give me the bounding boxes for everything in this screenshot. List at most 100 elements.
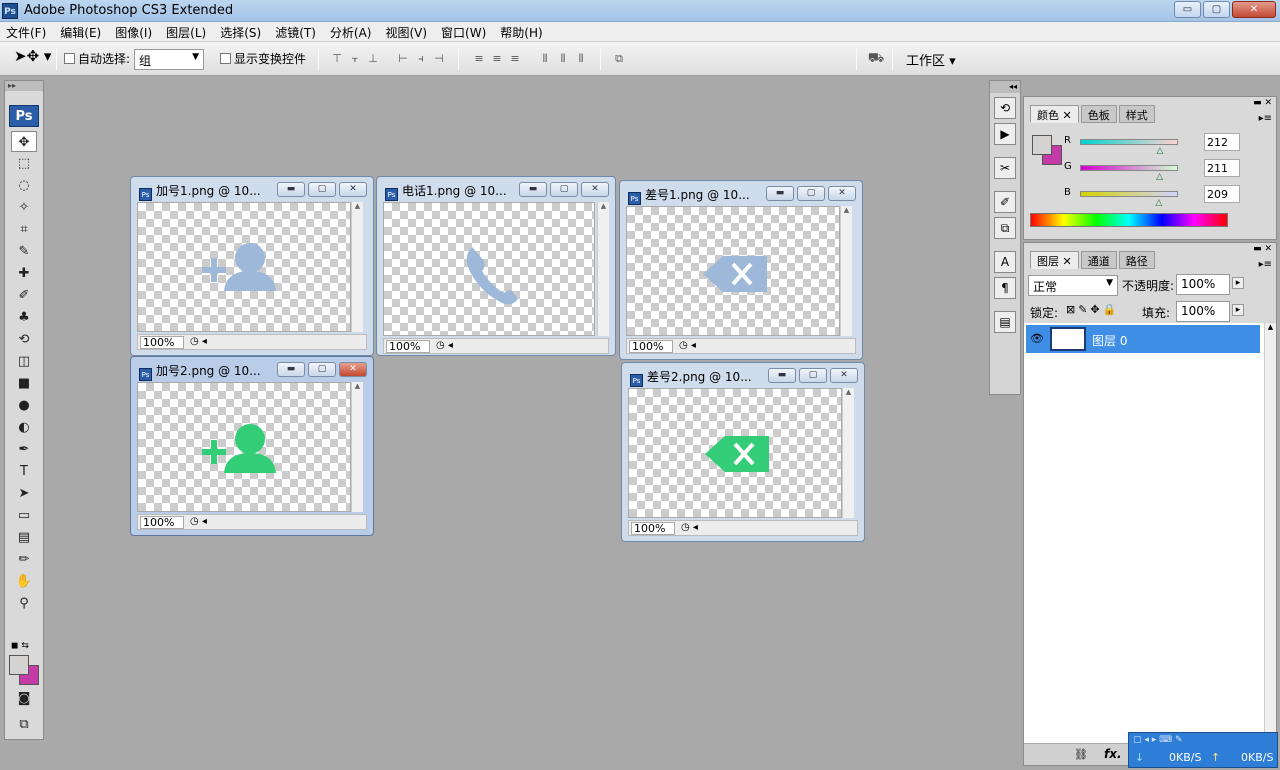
vertical-scrollbar[interactable]: ▲ xyxy=(597,202,609,336)
menu-window[interactable]: 窗口(W) xyxy=(441,22,494,41)
panel-minimize-icon[interactable]: ▬ ✕ xyxy=(1253,244,1272,254)
menu-analysis[interactable]: 分析(A) xyxy=(330,22,380,41)
red-value-input[interactable]: 212 xyxy=(1204,133,1240,151)
actions-panel-icon[interactable]: ▶ xyxy=(994,123,1016,145)
align-right-icon[interactable]: ⊣ xyxy=(432,52,446,66)
menu-image[interactable]: 图像(I) xyxy=(115,22,160,41)
eyedropper-tool-icon[interactable]: ✏ xyxy=(11,549,37,570)
zoom-field[interactable]: 100% xyxy=(631,522,675,535)
document-canvas[interactable] xyxy=(626,206,840,336)
doc-maximize-button[interactable]: ▢ xyxy=(550,182,578,197)
tab-paths[interactable]: 路径 xyxy=(1118,251,1155,269)
align-vcenter-icon[interactable]: ⫟ xyxy=(348,52,362,66)
distribute-bottom-icon[interactable]: ≡ xyxy=(508,52,522,66)
eye-visibility-icon[interactable]: 👁 xyxy=(1030,332,1044,345)
panel-menu-icon[interactable]: ▸≡ xyxy=(1259,113,1272,124)
bridge-icon[interactable]: ⛟ xyxy=(866,52,886,66)
restore-button[interactable]: ▢ xyxy=(1203,1,1230,18)
type-tool-icon[interactable]: T xyxy=(11,461,37,482)
doc-minimize-button[interactable]: ▬ xyxy=(766,186,794,201)
tool-presets-icon[interactable]: ✂ xyxy=(994,157,1016,179)
healing-tool-icon[interactable]: ✚ xyxy=(11,263,37,284)
document-window-add1[interactable]: Ps 加号1.png @ 10... ▬ ▢ ✕ ▲ 100% ◷ ◂ xyxy=(130,176,374,356)
doc-close-button[interactable]: ✕ xyxy=(830,368,858,383)
distribute-hcenter-icon[interactable]: ⦀ xyxy=(556,52,570,66)
dodge-tool-icon[interactable]: ◐ xyxy=(11,417,37,438)
zoom-field[interactable]: 100% xyxy=(140,516,184,529)
status-menu-icon[interactable]: ◷ ◂ xyxy=(190,336,207,347)
fill-arrow-icon[interactable]: ▸ xyxy=(1232,304,1244,316)
green-value-input[interactable]: 211 xyxy=(1204,159,1240,177)
green-thumb-icon[interactable]: △ xyxy=(1156,172,1163,182)
vertical-scrollbar[interactable]: ▲ xyxy=(351,202,363,332)
opacity-arrow-icon[interactable]: ▸ xyxy=(1232,277,1244,289)
stamp-tool-icon[interactable]: ♣ xyxy=(11,307,37,328)
pen-tool-icon[interactable]: ✒ xyxy=(11,439,37,460)
distribute-right-icon[interactable]: ⦀ xyxy=(574,52,588,66)
vertical-scrollbar[interactable]: ▲ xyxy=(840,206,852,336)
doc-close-button[interactable]: ✕ xyxy=(339,362,367,377)
history-brush-tool-icon[interactable]: ⟲ xyxy=(11,329,37,350)
layer-comps-icon[interactable]: ▤ xyxy=(994,311,1016,333)
history-panel-icon[interactable]: ⟲ xyxy=(994,97,1016,119)
marquee-tool-icon[interactable]: ⬚ xyxy=(11,153,37,174)
brush-tool-icon[interactable]: ✐ xyxy=(11,285,37,306)
zoom-field[interactable]: 100% xyxy=(140,336,184,349)
layer-row[interactable]: 👁 图层 0 xyxy=(1026,325,1260,353)
auto-select-dropdown[interactable]: 组 ▼ xyxy=(134,49,204,70)
document-window-phone1[interactable]: Ps 电话1.png @ 10... ▬ ▢ ✕ ▲ 100% ◷ ◂ xyxy=(376,176,616,356)
doc-maximize-button[interactable]: ▢ xyxy=(308,182,336,197)
widget-toolbar-icons[interactable]: ▢ ◂ ▸ ⌨ ✎ xyxy=(1133,735,1183,745)
vertical-scrollbar[interactable]: ▲ xyxy=(842,388,854,518)
auto-select-checkbox[interactable]: 自动选择: xyxy=(64,50,130,67)
menu-file[interactable]: 文件(F) xyxy=(6,22,54,41)
show-transform-check-icon[interactable] xyxy=(220,53,231,64)
blue-slider[interactable]: B △ 209 xyxy=(1064,185,1264,208)
ps-badge-icon[interactable]: Ps xyxy=(9,105,39,127)
auto-align-layers-icon[interactable]: ⧉ xyxy=(612,52,626,66)
eraser-tool-icon[interactable]: ◫ xyxy=(11,351,37,372)
brushes-panel-icon[interactable]: ✐ xyxy=(994,191,1016,213)
align-bottom-icon[interactable]: ⊥ xyxy=(366,52,380,66)
align-left-icon[interactable]: ⊢ xyxy=(396,52,410,66)
paragraph-panel-icon[interactable]: ¶ xyxy=(994,277,1016,299)
color-spectrum-bar[interactable] xyxy=(1030,213,1228,227)
panel-menu-icon[interactable]: ▸≡ xyxy=(1259,259,1272,270)
tab-styles[interactable]: 样式 xyxy=(1118,105,1155,123)
menu-edit[interactable]: 编辑(E) xyxy=(60,22,109,41)
distribute-top-icon[interactable]: ≡ xyxy=(472,52,486,66)
opacity-input[interactable]: 100% xyxy=(1176,274,1230,295)
document-canvas[interactable] xyxy=(628,388,842,518)
blue-thumb-icon[interactable]: △ xyxy=(1155,198,1162,208)
blue-value-input[interactable]: 209 xyxy=(1204,185,1240,203)
blue-track[interactable] xyxy=(1080,191,1178,197)
tab-swatches[interactable]: 色板 xyxy=(1080,105,1117,123)
red-thumb-icon[interactable]: △ xyxy=(1156,146,1163,156)
zoom-field[interactable]: 100% xyxy=(629,340,673,353)
character-panel-icon[interactable]: A xyxy=(994,251,1016,273)
link-layers-icon[interactable]: ⛓ xyxy=(1074,748,1088,761)
show-transform-checkbox[interactable]: 显示变换控件 xyxy=(220,50,306,67)
zoom-tool-icon[interactable]: ⚲ xyxy=(11,593,37,614)
fill-input[interactable]: 100% xyxy=(1176,301,1230,322)
lock-icons[interactable]: ⊠✎✥🔒 xyxy=(1066,303,1119,316)
tab-color[interactable]: 颜色 ✕ xyxy=(1030,105,1079,123)
red-slider[interactable]: R △ 212 xyxy=(1064,133,1264,156)
magic-wand-tool-icon[interactable]: ✧ xyxy=(11,197,37,218)
workspace-menu[interactable]: 工作区 ▾ xyxy=(906,50,956,69)
move-tool-icon[interactable]: ✥ xyxy=(11,131,37,152)
hand-tool-icon[interactable]: ✋ xyxy=(11,571,37,592)
crop-tool-icon[interactable]: ⌗ xyxy=(11,219,37,240)
status-menu-icon[interactable]: ◷ ◂ xyxy=(681,522,698,533)
screen-mode-icon[interactable]: ⧉ xyxy=(11,714,37,735)
green-track[interactable] xyxy=(1080,165,1178,171)
document-canvas[interactable] xyxy=(383,202,595,336)
menu-select[interactable]: 选择(S) xyxy=(220,22,269,41)
close-button[interactable]: ✕ xyxy=(1232,1,1276,18)
doc-minimize-button[interactable]: ▬ xyxy=(768,368,796,383)
document-window-delete1[interactable]: Ps 差号1.png @ 10... ▬ ▢ ✕ ▲ 100% ◷ ◂ xyxy=(619,180,863,360)
doc-close-button[interactable]: ✕ xyxy=(339,182,367,197)
fx-icon[interactable]: fx. xyxy=(1104,747,1122,761)
document-canvas[interactable] xyxy=(137,202,351,332)
clone-source-icon[interactable]: ⧉ xyxy=(994,217,1016,239)
